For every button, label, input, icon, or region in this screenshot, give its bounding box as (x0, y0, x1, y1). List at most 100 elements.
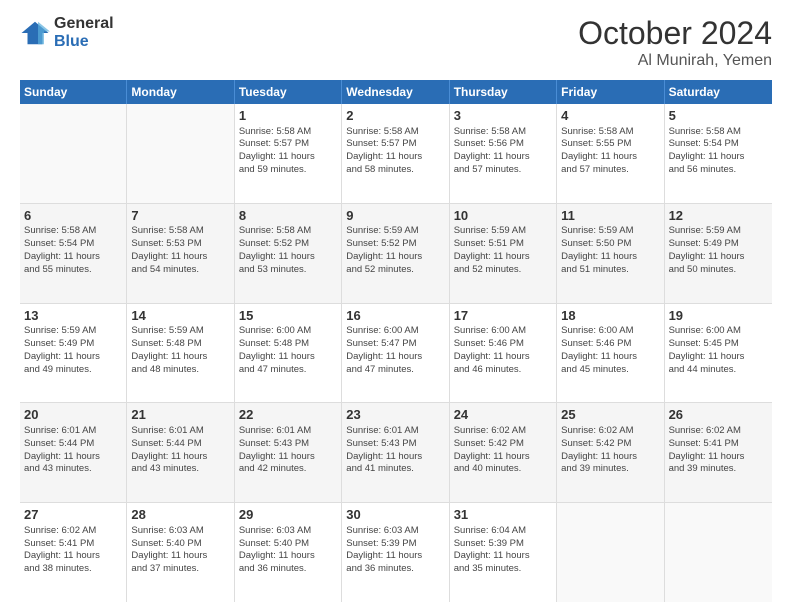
cal-cell-2-3: 16Sunrise: 6:00 AM Sunset: 5:47 PM Dayli… (342, 304, 449, 403)
cal-cell-0-5: 4Sunrise: 5:58 AM Sunset: 5:55 PM Daylig… (557, 104, 664, 203)
day-number-2-6: 19 (669, 307, 768, 325)
day-number-0-2: 1 (239, 107, 337, 125)
cal-cell-4-2: 29Sunrise: 6:03 AM Sunset: 5:40 PM Dayli… (235, 503, 342, 602)
cell-info-1-0: Sunrise: 5:58 AM Sunset: 5:54 PM Dayligh… (24, 225, 122, 276)
cell-info-4-1: Sunrise: 6:03 AM Sunset: 5:40 PM Dayligh… (131, 525, 229, 576)
day-number-3-1: 21 (131, 406, 229, 424)
header-wednesday: Wednesday (342, 80, 449, 104)
cell-info-3-5: Sunrise: 6:02 AM Sunset: 5:42 PM Dayligh… (561, 425, 659, 476)
cal-cell-4-6 (665, 503, 772, 602)
cell-info-2-0: Sunrise: 5:59 AM Sunset: 5:49 PM Dayligh… (24, 325, 122, 376)
cell-info-1-2: Sunrise: 5:58 AM Sunset: 5:52 PM Dayligh… (239, 225, 337, 276)
day-number-4-2: 29 (239, 506, 337, 524)
day-number-3-4: 24 (454, 406, 552, 424)
day-number-0-6: 5 (669, 107, 768, 125)
day-number-3-3: 23 (346, 406, 444, 424)
header-tuesday: Tuesday (235, 80, 342, 104)
day-number-3-0: 20 (24, 406, 122, 424)
cell-info-0-3: Sunrise: 5:58 AM Sunset: 5:57 PM Dayligh… (346, 126, 444, 177)
cal-cell-2-2: 15Sunrise: 6:00 AM Sunset: 5:48 PM Dayli… (235, 304, 342, 403)
cell-info-2-3: Sunrise: 6:00 AM Sunset: 5:47 PM Dayligh… (346, 325, 444, 376)
cal-cell-3-2: 22Sunrise: 6:01 AM Sunset: 5:43 PM Dayli… (235, 403, 342, 502)
header-sunday: Sunday (20, 80, 127, 104)
day-number-1-3: 9 (346, 207, 444, 225)
cell-info-2-2: Sunrise: 6:00 AM Sunset: 5:48 PM Dayligh… (239, 325, 337, 376)
logo: General Blue (20, 15, 114, 51)
day-number-1-0: 6 (24, 207, 122, 225)
header-saturday: Saturday (665, 80, 772, 104)
cell-info-3-1: Sunrise: 6:01 AM Sunset: 5:44 PM Dayligh… (131, 425, 229, 476)
month-title: October 2024 (578, 15, 772, 52)
cal-cell-4-4: 31Sunrise: 6:04 AM Sunset: 5:39 PM Dayli… (450, 503, 557, 602)
day-number-0-5: 4 (561, 107, 659, 125)
cell-info-4-3: Sunrise: 6:03 AM Sunset: 5:39 PM Dayligh… (346, 525, 444, 576)
cell-info-1-6: Sunrise: 5:59 AM Sunset: 5:49 PM Dayligh… (669, 225, 768, 276)
cell-info-1-3: Sunrise: 5:59 AM Sunset: 5:52 PM Dayligh… (346, 225, 444, 276)
cell-info-4-2: Sunrise: 6:03 AM Sunset: 5:40 PM Dayligh… (239, 525, 337, 576)
cal-cell-3-1: 21Sunrise: 6:01 AM Sunset: 5:44 PM Dayli… (127, 403, 234, 502)
day-number-2-3: 16 (346, 307, 444, 325)
cal-cell-4-5 (557, 503, 664, 602)
cell-info-2-4: Sunrise: 6:00 AM Sunset: 5:46 PM Dayligh… (454, 325, 552, 376)
day-number-4-1: 28 (131, 506, 229, 524)
cell-info-1-5: Sunrise: 5:59 AM Sunset: 5:50 PM Dayligh… (561, 225, 659, 276)
cell-info-3-3: Sunrise: 6:01 AM Sunset: 5:43 PM Dayligh… (346, 425, 444, 476)
cal-cell-0-3: 2Sunrise: 5:58 AM Sunset: 5:57 PM Daylig… (342, 104, 449, 203)
day-number-1-2: 8 (239, 207, 337, 225)
day-number-2-5: 18 (561, 307, 659, 325)
cal-cell-3-3: 23Sunrise: 6:01 AM Sunset: 5:43 PM Dayli… (342, 403, 449, 502)
day-number-1-5: 11 (561, 207, 659, 225)
cal-cell-1-3: 9Sunrise: 5:59 AM Sunset: 5:52 PM Daylig… (342, 204, 449, 303)
calendar: Sunday Monday Tuesday Wednesday Thursday… (20, 80, 772, 602)
cal-cell-0-1 (127, 104, 234, 203)
week-row-3: 13Sunrise: 5:59 AM Sunset: 5:49 PM Dayli… (20, 304, 772, 404)
day-number-2-2: 15 (239, 307, 337, 325)
day-number-2-0: 13 (24, 307, 122, 325)
cell-info-4-0: Sunrise: 6:02 AM Sunset: 5:41 PM Dayligh… (24, 525, 122, 576)
day-number-2-4: 17 (454, 307, 552, 325)
title-block: October 2024 Al Munirah, Yemen (578, 15, 772, 70)
week-row-4: 20Sunrise: 6:01 AM Sunset: 5:44 PM Dayli… (20, 403, 772, 503)
calendar-header: Sunday Monday Tuesday Wednesday Thursday… (20, 80, 772, 104)
cell-info-1-4: Sunrise: 5:59 AM Sunset: 5:51 PM Dayligh… (454, 225, 552, 276)
page: General Blue October 2024 Al Munirah, Ye… (0, 0, 792, 612)
location-title: Al Munirah, Yemen (578, 52, 772, 70)
day-number-1-6: 12 (669, 207, 768, 225)
cal-cell-3-4: 24Sunrise: 6:02 AM Sunset: 5:42 PM Dayli… (450, 403, 557, 502)
header-thursday: Thursday (450, 80, 557, 104)
cal-cell-1-6: 12Sunrise: 5:59 AM Sunset: 5:49 PM Dayli… (665, 204, 772, 303)
day-number-1-4: 10 (454, 207, 552, 225)
logo-icon (20, 18, 50, 48)
cal-cell-3-6: 26Sunrise: 6:02 AM Sunset: 5:41 PM Dayli… (665, 403, 772, 502)
cal-cell-2-4: 17Sunrise: 6:00 AM Sunset: 5:46 PM Dayli… (450, 304, 557, 403)
cal-cell-1-2: 8Sunrise: 5:58 AM Sunset: 5:52 PM Daylig… (235, 204, 342, 303)
calendar-body: 1 Sunrise: 5:58 AM Sunset: 5:57 PM Daylig… (20, 104, 772, 602)
header: General Blue October 2024 Al Munirah, Ye… (20, 15, 772, 70)
cal-cell-2-6: 19Sunrise: 6:00 AM Sunset: 5:45 PM Dayli… (665, 304, 772, 403)
header-monday: Monday (127, 80, 234, 104)
cal-cell-0-2: 1Sunrise: 5:58 AM Sunset: 5:57 PM Daylig… (235, 104, 342, 203)
cell-info-0-4: Sunrise: 5:58 AM Sunset: 5:56 PM Dayligh… (454, 126, 552, 177)
day-number-2-1: 14 (131, 307, 229, 325)
cal-cell-1-0: 6Sunrise: 5:58 AM Sunset: 5:54 PM Daylig… (20, 204, 127, 303)
cell-info-0-6: Sunrise: 5:58 AM Sunset: 5:54 PM Dayligh… (669, 126, 768, 177)
cal-cell-4-1: 28Sunrise: 6:03 AM Sunset: 5:40 PM Dayli… (127, 503, 234, 602)
day-number-4-0: 27 (24, 506, 122, 524)
cal-cell-4-3: 30Sunrise: 6:03 AM Sunset: 5:39 PM Dayli… (342, 503, 449, 602)
cell-info-2-1: Sunrise: 5:59 AM Sunset: 5:48 PM Dayligh… (131, 325, 229, 376)
cell-info-3-4: Sunrise: 6:02 AM Sunset: 5:42 PM Dayligh… (454, 425, 552, 476)
cal-cell-3-0: 20Sunrise: 6:01 AM Sunset: 5:44 PM Dayli… (20, 403, 127, 502)
cal-cell-3-5: 25Sunrise: 6:02 AM Sunset: 5:42 PM Dayli… (557, 403, 664, 502)
cell-info-3-0: Sunrise: 6:01 AM Sunset: 5:44 PM Dayligh… (24, 425, 122, 476)
day-number-0-4: 3 (454, 107, 552, 125)
week-row-2: 6Sunrise: 5:58 AM Sunset: 5:54 PM Daylig… (20, 204, 772, 304)
day-number-3-2: 22 (239, 406, 337, 424)
cal-cell-2-0: 13Sunrise: 5:59 AM Sunset: 5:49 PM Dayli… (20, 304, 127, 403)
week-row-5: 27Sunrise: 6:02 AM Sunset: 5:41 PM Dayli… (20, 503, 772, 602)
cal-cell-2-1: 14Sunrise: 5:59 AM Sunset: 5:48 PM Dayli… (127, 304, 234, 403)
cal-cell-0-4: 3Sunrise: 5:58 AM Sunset: 5:56 PM Daylig… (450, 104, 557, 203)
header-friday: Friday (557, 80, 664, 104)
day-number-1-1: 7 (131, 207, 229, 225)
week-row-1: 1 Sunrise: 5:58 AM Sunset: 5:57 PM Daylig… (20, 104, 772, 204)
cell-info-3-6: Sunrise: 6:02 AM Sunset: 5:41 PM Dayligh… (669, 425, 768, 476)
